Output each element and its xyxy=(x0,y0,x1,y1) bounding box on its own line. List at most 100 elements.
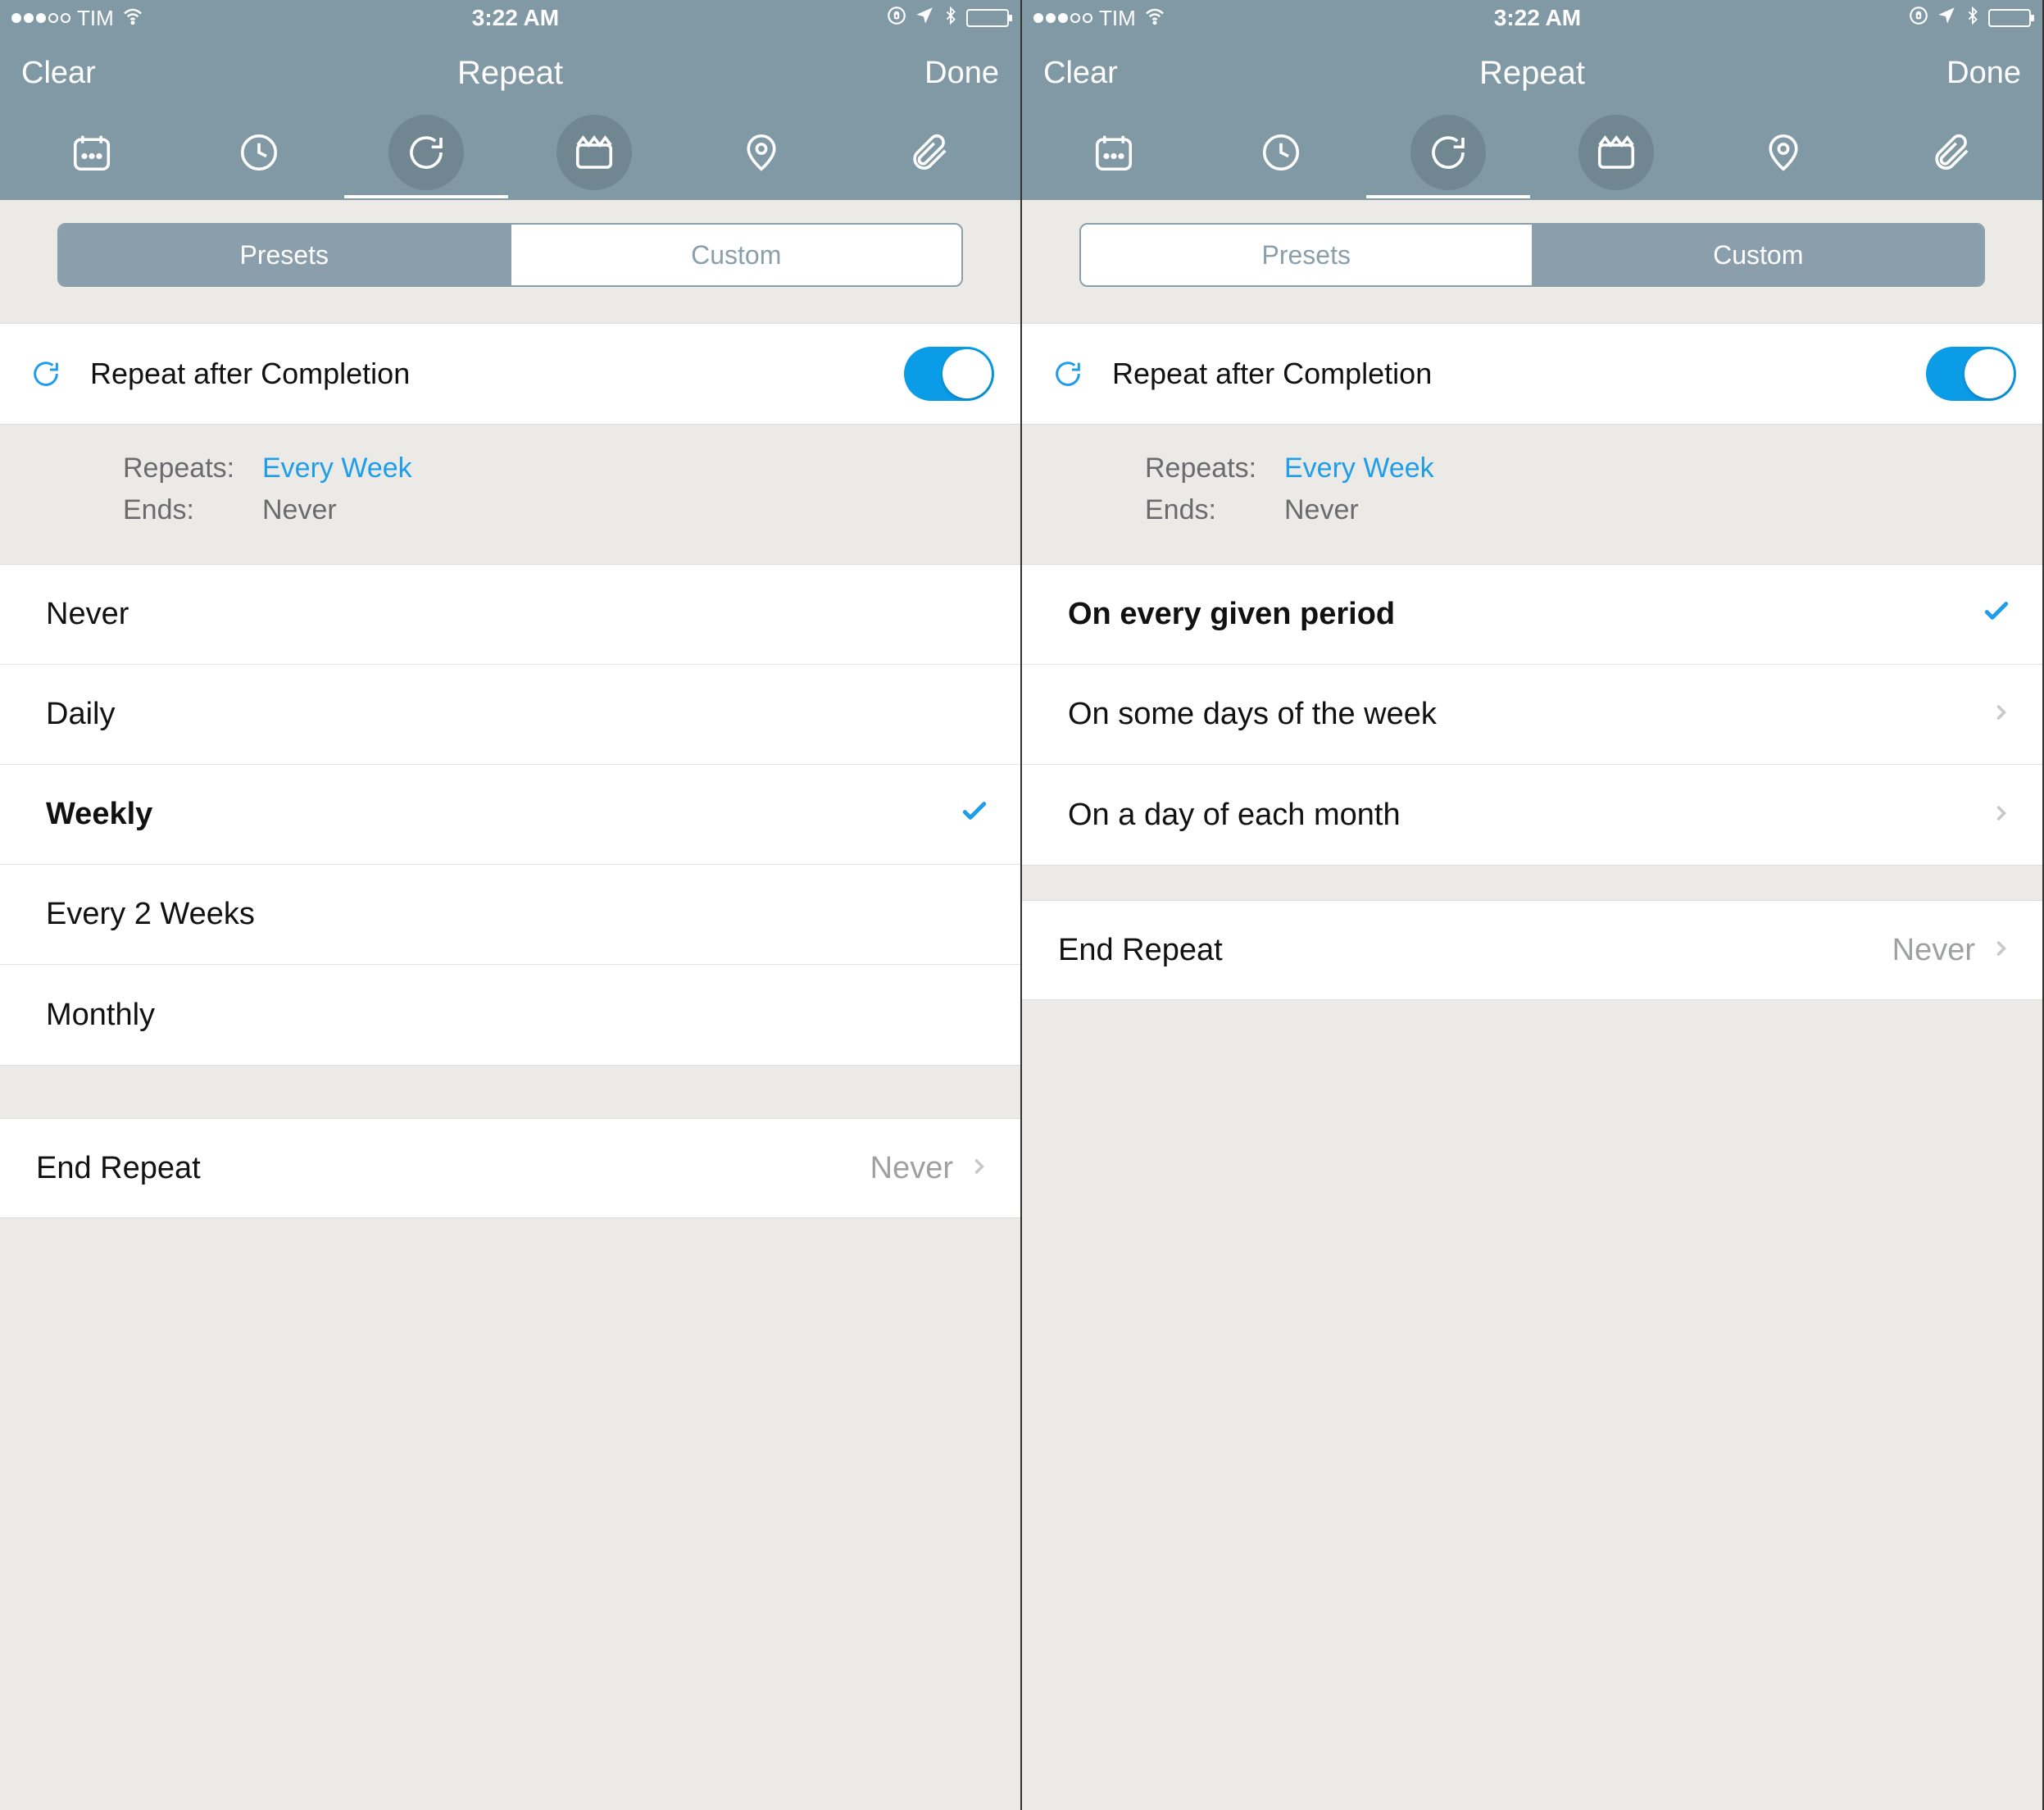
carrier-label: TIM xyxy=(77,6,114,31)
option-label: On some days of the week xyxy=(1068,697,1990,732)
ends-value: Never xyxy=(262,494,337,526)
tab-attach[interactable] xyxy=(891,115,966,190)
page-title: Repeat xyxy=(457,55,563,92)
navbar: Clear Repeat Done xyxy=(1022,36,2042,110)
rotation-lock-icon xyxy=(886,5,907,32)
option-some-days-of-week[interactable]: On some days of the week xyxy=(1022,665,2042,765)
statusbar: TIM 3:22 AM xyxy=(0,0,1020,36)
signal-dots-icon xyxy=(1033,13,1092,23)
tabbar xyxy=(0,110,1020,200)
tab-repeat[interactable] xyxy=(388,115,464,190)
option-weekly[interactable]: Weekly xyxy=(0,765,1020,865)
paperclip-icon xyxy=(906,130,951,175)
repeat-small-icon xyxy=(21,357,70,390)
repeats-key: Repeats: xyxy=(1145,452,1284,484)
tab-location[interactable] xyxy=(724,115,799,190)
clock-icon xyxy=(1259,130,1303,175)
segmented-control: Presets Custom xyxy=(1079,223,1985,287)
end-repeat-label: End Repeat xyxy=(36,1151,870,1186)
ends-value: Never xyxy=(1284,494,1359,526)
repeat-toggle[interactable] xyxy=(1926,347,2016,401)
tab-location[interactable] xyxy=(1746,115,1821,190)
done-button[interactable]: Done xyxy=(1946,56,2021,91)
screen-custom: TIM 3:22 AM Clear Repeat xyxy=(1022,0,2044,1810)
pin-icon xyxy=(1761,130,1806,175)
segment-presets[interactable]: Presets xyxy=(1081,225,1532,285)
option-label: Monthly xyxy=(46,998,991,1033)
clapboard-icon xyxy=(1594,130,1638,175)
repeat-summary: Repeats: Every Week Ends: Never xyxy=(1022,425,2042,564)
rotation-lock-icon xyxy=(1908,5,1929,32)
tab-attach[interactable] xyxy=(1913,115,1988,190)
end-repeat-value: Never xyxy=(870,1151,953,1186)
option-day-of-each-month[interactable]: On a day of each month xyxy=(1022,765,2042,865)
location-icon xyxy=(1936,5,1957,32)
option-every-given-period[interactable]: On every given period xyxy=(1022,565,2042,665)
tab-calendar[interactable] xyxy=(1076,115,1151,190)
option-label: On a day of each month xyxy=(1068,798,1990,833)
repeat-toggle-label: Repeat after Completion xyxy=(1092,357,1926,391)
battery-icon xyxy=(1988,9,2031,27)
chevron-right-icon xyxy=(1990,697,2013,732)
paperclip-icon xyxy=(1928,130,1973,175)
tab-repeat[interactable] xyxy=(1410,115,1486,190)
clear-button[interactable]: Clear xyxy=(21,56,96,91)
tab-clip[interactable] xyxy=(556,115,632,190)
end-repeat-row[interactable]: End Repeat Never xyxy=(1022,900,2042,1000)
repeats-value[interactable]: Every Week xyxy=(262,452,412,484)
segment-custom[interactable]: Custom xyxy=(510,225,962,285)
chevron-right-icon xyxy=(968,1151,991,1186)
header: TIM 3:22 AM Clear Repeat xyxy=(0,0,1020,200)
check-icon xyxy=(958,794,991,835)
repeat-after-completion-row: Repeat after Completion xyxy=(1022,323,2042,425)
clear-button[interactable]: Clear xyxy=(1043,56,1118,91)
option-daily[interactable]: Daily xyxy=(0,665,1020,765)
chevron-right-icon xyxy=(1990,798,2013,833)
segment-custom[interactable]: Custom xyxy=(1532,225,1984,285)
option-every-2-weeks[interactable]: Every 2 Weeks xyxy=(0,865,1020,965)
status-time: 3:22 AM xyxy=(472,5,559,31)
tabbar xyxy=(1022,110,2042,200)
done-button[interactable]: Done xyxy=(924,56,999,91)
signal-dots-icon xyxy=(11,13,70,23)
option-monthly[interactable]: Monthly xyxy=(0,965,1020,1065)
tab-clock[interactable] xyxy=(221,115,297,190)
tab-calendar[interactable] xyxy=(54,115,129,190)
repeats-value[interactable]: Every Week xyxy=(1284,452,1434,484)
segment-presets[interactable]: Presets xyxy=(59,225,510,285)
repeat-small-icon xyxy=(1043,357,1092,390)
ends-key: Ends: xyxy=(1145,494,1284,526)
carrier-label: TIM xyxy=(1099,6,1136,31)
bluetooth-icon xyxy=(942,4,960,33)
calendar-icon xyxy=(70,130,114,175)
wifi-icon xyxy=(1142,3,1167,34)
chevron-right-icon xyxy=(1990,933,2013,968)
option-never[interactable]: Never xyxy=(0,565,1020,665)
end-repeat-value: Never xyxy=(1892,933,1975,968)
navbar: Clear Repeat Done xyxy=(0,36,1020,110)
content: Presets Custom Repeat after Completion R… xyxy=(0,200,1020,1218)
status-left: TIM xyxy=(11,3,145,34)
check-icon xyxy=(1980,594,2013,635)
screen-presets: TIM 3:22 AM Clear Repeat xyxy=(0,0,1022,1810)
location-icon xyxy=(914,5,935,32)
repeat-toggle[interactable] xyxy=(904,347,994,401)
clapboard-icon xyxy=(572,130,616,175)
status-right xyxy=(886,4,1009,33)
status-right xyxy=(1908,4,2031,33)
segmented-control: Presets Custom xyxy=(57,223,963,287)
pin-icon xyxy=(739,130,784,175)
option-label: Every 2 Weeks xyxy=(46,897,991,932)
end-repeat-row[interactable]: End Repeat Never xyxy=(0,1118,1020,1218)
clock-icon xyxy=(237,130,281,175)
battery-icon xyxy=(966,9,1009,27)
status-left: TIM xyxy=(1033,3,1167,34)
preset-options-list: Never Daily Weekly Every 2 Weeks Monthly xyxy=(0,564,1020,1066)
wifi-icon xyxy=(120,3,145,34)
repeat-toggle-label: Repeat after Completion xyxy=(70,357,904,391)
option-label: Never xyxy=(46,597,991,632)
ends-key: Ends: xyxy=(123,494,262,526)
repeat-icon xyxy=(1426,130,1470,175)
tab-clock[interactable] xyxy=(1243,115,1319,190)
tab-clip[interactable] xyxy=(1578,115,1654,190)
